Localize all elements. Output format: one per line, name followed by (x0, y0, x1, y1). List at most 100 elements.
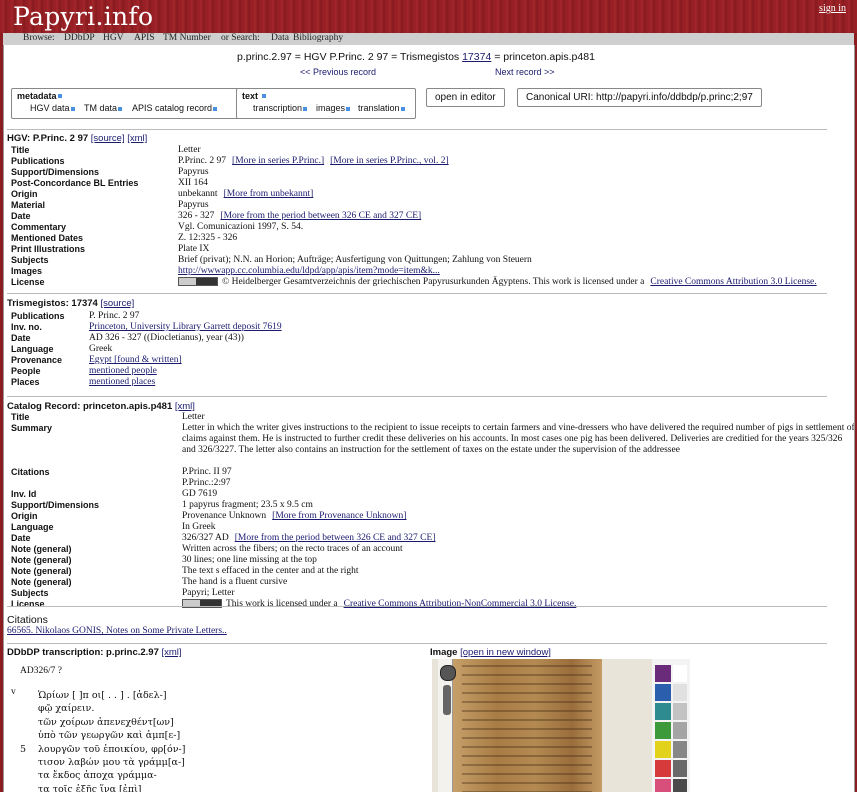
metadata-value: Vgl. Comunicazioni 1997, S. 54. (178, 222, 303, 232)
metadata-label: Language (11, 522, 54, 532)
nav-ddbdp[interactable]: DDbDP (64, 33, 95, 43)
metadata-link[interactable]: [More from Provenance Unknown] (272, 511, 406, 521)
creative-commons-badge-icon[interactable] (178, 277, 218, 287)
metadata-value-text: Plate IX (178, 244, 210, 254)
transcription-line: τισον λαβών μου τὰ γράμμ[α-] (38, 757, 185, 768)
metadata-value: Papyri; Letter (182, 588, 235, 598)
images-toggle[interactable]: images (316, 103, 351, 113)
citation-link[interactable]: 66565. Nikolaos GONIS, Notes on Some Pri… (7, 626, 227, 636)
next-record-link[interactable]: Next record >> (495, 67, 555, 77)
transcription-line: λουργῶν τοῦ ἐποικίου, φρ[όν-] (38, 743, 186, 755)
metadata-value-text: Papyrus (178, 200, 209, 210)
metadata-label: Provenance (11, 355, 63, 365)
open-in-editor-button[interactable]: open in editor (426, 88, 505, 107)
checkbox-icon (400, 107, 405, 111)
metadata-value-text: In Greek (182, 522, 216, 532)
zoom-slider[interactable] (443, 685, 451, 715)
transcription-line: φῷ χαίρειν. (38, 703, 95, 715)
tm-data-toggle[interactable]: TM data (84, 103, 123, 113)
metadata-value: The text s effaced in the center and at … (182, 566, 359, 576)
tm-number-link[interactable]: 17374 (462, 51, 491, 63)
site-banner: Papyri.info sign in (0, 0, 857, 33)
ddbdp-xml-link[interactable]: [xml] (162, 647, 182, 658)
pan-control-icon[interactable] (440, 665, 456, 681)
nav-apis[interactable]: APIS (134, 33, 155, 43)
metadata-link[interactable]: mentioned people (89, 366, 157, 376)
checkbox-icon (118, 107, 123, 111)
metadata-label: Origin (11, 189, 38, 199)
metadata-label: Subjects (11, 588, 49, 598)
site-logo[interactable]: Papyri.info (13, 2, 153, 31)
hgv-data-toggle[interactable]: HGV data (30, 103, 75, 113)
metadata-toggle-icon[interactable] (58, 94, 62, 98)
metadata-link[interactable]: Creative Commons Attribution 3.0 License… (650, 277, 816, 287)
translation-toggle[interactable]: translation (358, 103, 405, 113)
metadata-value: Egypt [found & written] (89, 355, 182, 365)
metadata-link[interactable]: Creative Commons Attribution-NonCommerci… (344, 599, 577, 609)
metadata-value: Greek (89, 344, 112, 354)
metadata-label: Inv. Id (11, 489, 37, 499)
metadata-label: Origin (11, 511, 38, 521)
metadata-link[interactable]: [More in series P.Princ., vol. 2] (330, 156, 448, 166)
metadata-link[interactable]: mentioned places (89, 377, 155, 387)
metadata-value-text: AD 326 - 327 ((Diocletianus), year (43)) (89, 333, 244, 343)
metadata-label: Commentary (11, 222, 67, 232)
metadata-value: Written across the fibers; on the recto … (182, 544, 403, 554)
metadata-link[interactable]: [More in series P.Princ.] (232, 156, 324, 166)
apis-catalog-toggle[interactable]: APIS catalog record (132, 103, 218, 113)
papyrus-image-viewer[interactable] (432, 659, 690, 792)
metadata-link[interactable]: Egypt [found & written] (89, 355, 182, 365)
metadata-link[interactable]: http://wwwapp.cc.columbia.edu/ldpd/app/a… (178, 266, 440, 276)
metadata-value-text: P.Princ. 2 97 (178, 156, 227, 166)
metadata-value: 326 - 327 [More from the period between 3… (178, 211, 421, 221)
metadata-value: mentioned places (89, 377, 155, 387)
hgv-source-link[interactable]: [source] (91, 133, 125, 144)
metadata-label: Print Illustrations (11, 244, 86, 254)
nav-bibliography[interactable]: Bibliography (293, 33, 343, 43)
metadata-value-text: 326 - 327 (178, 211, 215, 221)
metadata-value-text: This work is licensed under a (226, 599, 338, 609)
color-swatch (655, 703, 671, 720)
metadata-value: Papyrus (178, 200, 209, 210)
metadata-value: unbekannt [More from unbekannt] (178, 189, 313, 199)
transcription-side: v (11, 687, 16, 697)
metadata-value-text: Letter in which the writer gives instruc… (182, 423, 855, 455)
metadata-label: Title (11, 412, 30, 422)
metadata-value: The hand is a fluent cursive (182, 577, 287, 587)
metadata-value: Plate IX (178, 244, 209, 254)
metadata-label: Note (general) (11, 566, 72, 576)
metadata-link[interactable]: [More from unbekannt] (224, 189, 314, 199)
hgv-xml-link[interactable]: [xml] (127, 133, 147, 144)
tm-source-link[interactable]: [source] (100, 298, 134, 309)
metadata-value-text: Provenance Unknown (182, 511, 267, 521)
apis-xml-link[interactable]: [xml] (175, 401, 195, 412)
metadata-value: mentioned people (89, 366, 157, 376)
metadata-value-text: Vgl. Comunicazioni 1997, S. 54. (178, 222, 304, 232)
sign-in-link[interactable]: sign in (819, 3, 846, 14)
record-identifiers: p.princ.2.97 = HGV P.Princ. 2 97 = Trism… (237, 51, 595, 63)
nav-data[interactable]: Data (271, 33, 289, 43)
checkbox-icon (303, 107, 308, 111)
metadata-value: P.Princ. 2 97 [More in series P.Princ.] [M… (178, 156, 449, 166)
transcription-toggle[interactable]: transcription (253, 103, 308, 113)
canonical-uri-value[interactable]: http://papyri.info/ddbdp/p.princ;2;97 (596, 92, 753, 103)
nav-hgv[interactable]: HGV (103, 33, 124, 43)
metadata-value: © Heidelberger Gesamtverzeichnis der gri… (178, 277, 817, 287)
metadata-value: P.Princ.:2:97 (182, 478, 231, 488)
metadata-label: Note (general) (11, 555, 72, 565)
metadata-link[interactable]: Princeton, University Library Garrett de… (89, 322, 282, 332)
metadata-value: Letter (178, 145, 201, 155)
metadata-value: 1 papyrus fragment; 23.5 x 9.5 cm (182, 500, 313, 510)
nav-tm-number[interactable]: TM Number (163, 33, 211, 43)
metadata-value: This work is licensed under a Creative Co… (182, 599, 576, 609)
text-box: text transcription images translation (236, 88, 416, 119)
text-toggle-icon[interactable] (262, 94, 266, 98)
open-image-new-window-link[interactable]: [open in new window] (460, 647, 551, 658)
previous-record-link[interactable]: << Previous record (300, 67, 376, 77)
text-heading: text (242, 91, 259, 101)
metadata-link[interactable]: [More from the period between 326 CE and… (235, 533, 436, 543)
metadata-value-text: P. Princ. 2 97 (89, 311, 140, 321)
metadata-value-text: Brief (privat); N.N. an Horion; Aufträge… (178, 255, 532, 265)
nav-search-label: or Search: (221, 33, 260, 43)
metadata-link[interactable]: [More from the period between 326 CE and… (220, 211, 421, 221)
